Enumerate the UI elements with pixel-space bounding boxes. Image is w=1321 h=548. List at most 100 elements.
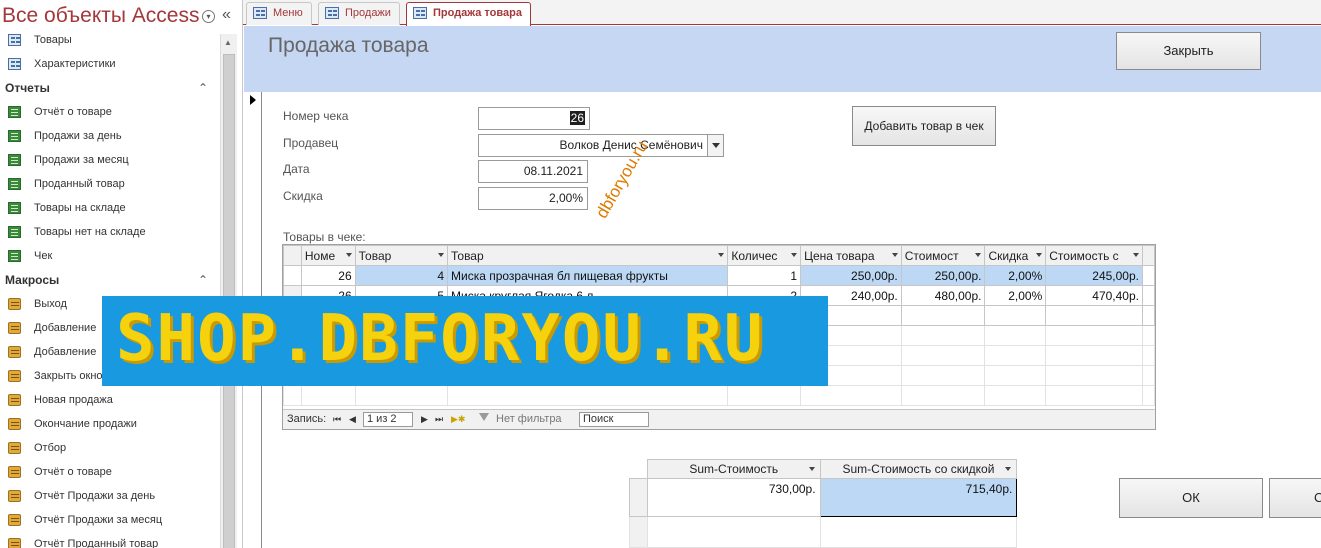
table-cell[interactable]: 2,00% [984,265,1047,286]
table-cell[interactable]: 26 [300,265,356,286]
nav-pane-menu-chevron-icon[interactable]: ▾ [202,10,215,23]
nav-item-g0-0[interactable]: Отчёт о товаре [0,100,220,124]
first-record-icon[interactable]: ⏮ [333,414,341,425]
column-dropdown-icon[interactable] [1036,253,1043,257]
nav-pane-collapse-icon[interactable]: « [222,6,231,24]
search-input[interactable]: Поиск [579,412,649,427]
blank-cell [900,385,986,406]
nav-item-g1-5[interactable]: Окончание продажи [0,412,220,436]
nav-item-form-0[interactable]: Товары [0,28,220,52]
totals-column-header[interactable]: Sum-Стоимость со скидкой [819,459,1018,479]
totals-row-selector[interactable] [629,478,648,517]
sum-cost-cell[interactable]: 730,00р. [646,478,821,517]
totals-column-header[interactable]: Sum-Стоимость [646,459,821,479]
nav-item-g0-6[interactable]: Чек [0,244,220,268]
table-cell[interactable] [900,305,986,326]
table-cell[interactable]: 470,40р. [1045,285,1143,306]
nav-item-form-1[interactable]: Характеристики [0,52,220,76]
current-record-field[interactable]: 1 из 2 [363,412,413,427]
nav-item-g1-10[interactable]: Отчёт Проданный товар [0,532,220,548]
tab-2[interactable]: Продажи [318,2,400,25]
blank-cell [984,385,1047,406]
nav-item-g0-2[interactable]: Продажи за месяц [0,148,220,172]
navigation-pane: Все объекты Access ▾ « Товары Характерист… [0,0,243,548]
column-dropdown-icon[interactable] [1005,467,1012,471]
column-dropdown-icon[interactable] [808,467,815,471]
blank-cell [984,325,1047,346]
table-cell[interactable]: 4 [354,265,449,286]
nav-item-g0-5[interactable]: Товары нет на складе [0,220,220,244]
table-cell[interactable]: Миска прозрачная бл пищевая фрукты [446,265,729,286]
tab-label: Продажи [345,7,391,19]
column-header[interactable]: Цена товара [800,245,902,266]
nav-item-g1-4[interactable]: Новая продажа [0,388,220,412]
add-item-to-receipt-button[interactable]: Добавить товар в чек [852,106,996,146]
column-header[interactable]: Стоимость с [1045,245,1143,266]
form-icon [8,34,21,46]
table-row[interactable]: 26 4 Миска прозрачная бл пищевая фрукты 1 25… [283,265,1155,286]
nav-item-g1-7[interactable]: Отчёт о товаре [0,460,220,484]
column-header[interactable]: Номе [300,245,356,266]
last-record-icon[interactable]: ⏭ [435,414,443,425]
new-record-icon[interactable]: ▶✱ [451,414,465,425]
nav-pane-title[interactable]: Все объекты Access [2,4,200,28]
column-header[interactable]: Стоимост [900,245,986,266]
column-dropdown-icon[interactable] [438,253,444,257]
column-header[interactable]: Скидка [984,245,1047,266]
nav-scrollbar[interactable]: ▲ [220,34,237,548]
next-record-icon[interactable]: ▶ [421,414,428,425]
tab-1[interactable]: Меню [246,2,312,25]
table-cell[interactable]: 1 [727,265,802,286]
close-form-button[interactable]: Закрыть [1116,32,1261,70]
ok-button[interactable]: ОК [1119,478,1263,518]
nav-item-label: Новая продажа [34,394,113,406]
table-cell[interactable]: 245,00р. [1045,265,1143,286]
column-dropdown-icon[interactable] [345,253,352,257]
seller-combobox[interactable]: Волков Денис Семёнович [478,134,724,157]
seller-dropdown-arrow-icon[interactable] [707,135,723,156]
nav-item-label: Окончание продажи [34,418,137,430]
table-cell[interactable]: 480,00р. [900,285,986,306]
table-cell[interactable] [1045,305,1143,326]
receipt-number-field[interactable]: 26 [478,107,590,130]
discount-field[interactable]: 2,00% [478,187,588,210]
nav-item-g1-9[interactable]: Отчёт Продажи за месяц [0,508,220,532]
table-cell[interactable]: 250,00р. [800,265,902,286]
column-header[interactable]: Количес [727,245,802,266]
scroll-up-icon[interactable]: ▲ [224,38,232,47]
column-dropdown-icon[interactable] [791,253,798,257]
column-dropdown-icon[interactable] [975,253,982,257]
select-all-corner[interactable] [283,245,302,266]
nav-item-label: Добавление [34,346,97,358]
totals-row-selector[interactable] [629,516,648,548]
tab-3[interactable]: Продажа товара [406,2,531,26]
nav-item-g0-4[interactable]: Товары на складе [0,196,220,220]
nav-item-g1-8[interactable]: Отчёт Продажи за день [0,484,220,508]
table-cell[interactable] [984,305,1047,326]
form-icon [325,7,339,19]
nav-item-g0-3[interactable]: Проданный товар [0,172,220,196]
column-dropdown-icon[interactable] [718,253,725,257]
nav-item-label: Чек [34,250,53,262]
sum-cost-discount-cell[interactable]: 715,40р. [819,478,1018,517]
nav-group-header[interactable]: Отчеты ⌃ [0,76,220,100]
nav-item-g0-1[interactable]: Продажи за день [0,124,220,148]
filter-status[interactable]: Нет фильтра [496,413,562,425]
nav-item-g1-6[interactable]: Отбор [0,436,220,460]
column-dropdown-icon[interactable] [891,253,898,257]
collapse-group-icon[interactable]: ⌃ [198,268,208,292]
previous-record-icon[interactable]: ◀ [349,414,356,425]
column-dropdown-icon[interactable] [1132,253,1139,257]
collapse-group-icon[interactable]: ⌃ [198,76,208,100]
row-selector[interactable] [283,265,302,286]
column-header[interactable]: Товар [354,245,449,266]
nav-group-header[interactable]: Макросы ⌃ [0,268,220,292]
macro-icon [8,442,21,454]
table-cell[interactable]: 2,00% [984,285,1047,306]
blank-cell [1141,325,1155,346]
filter-icon[interactable] [479,413,489,423]
table-cell[interactable]: 250,00р. [900,265,986,286]
extra-button[interactable]: С [1269,478,1321,518]
column-header[interactable]: Товар [446,245,729,266]
date-field[interactable]: 08.11.2021 [478,160,588,183]
